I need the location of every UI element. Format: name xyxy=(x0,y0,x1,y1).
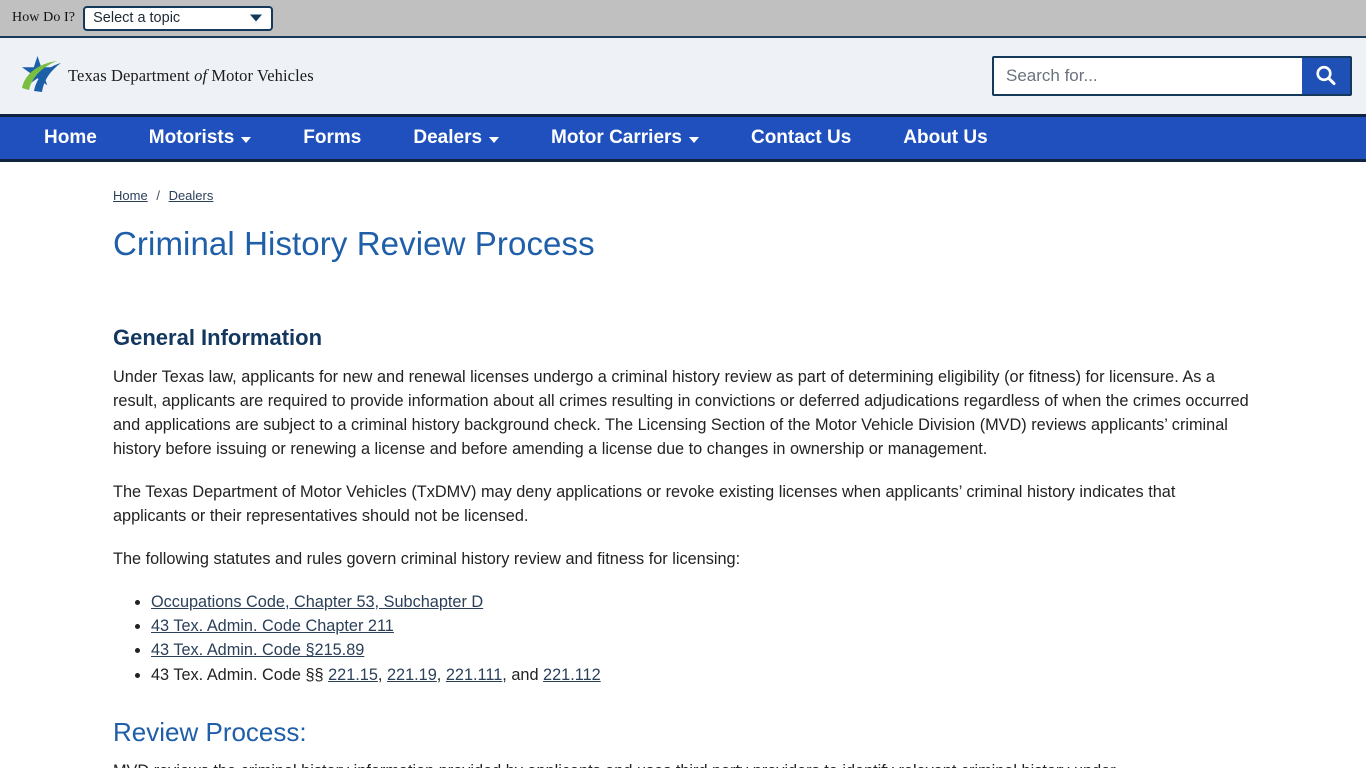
statute-link-215-89[interactable]: 43 Tex. Admin. Code §215.89 xyxy=(151,641,364,659)
brand-name: Texas Department of Motor Vehicles xyxy=(68,66,314,86)
main-navigation: Home Motorists Forms Dealers Motor Carri… xyxy=(0,114,1366,162)
nav-item-dealers[interactable]: Dealers xyxy=(387,127,525,149)
breadcrumb-link-home[interactable]: Home xyxy=(113,188,148,203)
paragraph-general-3: The following statutes and rules govern … xyxy=(113,550,741,568)
nav-label: Home xyxy=(44,127,97,148)
chevron-down-icon xyxy=(250,14,263,22)
nav-item-motor-carriers[interactable]: Motor Carriers xyxy=(525,127,725,149)
brand-name-part1: Texas Department xyxy=(68,66,195,85)
review-process-heading: Review Process: xyxy=(113,716,307,747)
nav-item-home[interactable]: Home xyxy=(18,127,123,149)
topic-select-value: Select a topic xyxy=(93,10,181,26)
brand-logo-link[interactable]: Texas Department of Motor Vehicles xyxy=(16,55,314,97)
nav-label: Forms xyxy=(303,127,362,148)
chevron-down-icon xyxy=(241,136,252,143)
breadcrumb-link-dealers[interactable]: Dealers xyxy=(169,188,214,203)
nav-label: About Us xyxy=(903,127,988,148)
statute-link-221-111[interactable]: 221.111 xyxy=(446,666,502,684)
how-do-i-label: How Do I? xyxy=(12,10,76,25)
search-button[interactable] xyxy=(1302,58,1350,94)
statute-link-list: Occupations Code, Chapter 53, Subchapter… xyxy=(113,590,1253,687)
nav-item-motorists[interactable]: Motorists xyxy=(123,127,278,149)
search-input[interactable] xyxy=(994,58,1302,94)
statute-prefix: 43 Tex. Admin. Code §§ xyxy=(151,665,329,684)
search-box xyxy=(992,56,1352,96)
page-title: Criminal History Review Process xyxy=(113,225,595,262)
txdmv-star-logo-icon xyxy=(22,56,61,92)
utility-bar: How Do I? Select a topic xyxy=(0,0,1366,38)
list-item: 43 Tex. Admin. Code §§ 221.15, 221.19, 2… xyxy=(151,663,1253,687)
breadcrumb-separator: / xyxy=(156,188,160,203)
nav-label: Dealers xyxy=(413,127,483,148)
list-item: 43 Tex. Admin. Code §215.89 xyxy=(151,638,1253,662)
statute-link-occupations-code[interactable]: Occupations Code, Chapter 53, Subchapter… xyxy=(151,593,483,611)
chevron-down-icon xyxy=(489,136,500,143)
list-item: Occupations Code, Chapter 53, Subchapter… xyxy=(151,590,1253,614)
nav-item-about-us[interactable]: About Us xyxy=(877,127,1013,149)
statute-and: , and xyxy=(502,665,544,684)
breadcrumb: Home / Dealers xyxy=(113,188,1253,203)
nav-label: Motor Carriers xyxy=(551,127,682,148)
paragraph-review-process: MVD reviews the criminal history informa… xyxy=(113,759,1253,768)
brand-name-part2: Motor Vehicles xyxy=(207,66,314,85)
statute-link-221-15[interactable]: 221.15 xyxy=(328,666,378,684)
list-item: 43 Tex. Admin. Code Chapter 211 xyxy=(151,614,1253,638)
statute-comma-1: , xyxy=(377,665,387,684)
general-information-heading: General Information xyxy=(113,325,323,350)
brand-name-of: of xyxy=(194,66,208,85)
site-header: Texas Department of Motor Vehicles xyxy=(0,38,1366,114)
topic-select[interactable]: Select a topic xyxy=(83,5,274,31)
search-icon xyxy=(1316,65,1336,86)
page-content: Home / Dealers Criminal History Review P… xyxy=(0,162,1366,768)
statute-link-221-112[interactable]: 221.112 xyxy=(543,666,601,684)
paragraph-general-2: The Texas Department of Motor Vehicles (… xyxy=(113,483,1176,525)
nav-label: Contact Us xyxy=(750,127,852,148)
statute-link-221-19[interactable]: 221.19 xyxy=(387,666,437,684)
chevron-down-icon xyxy=(688,136,699,143)
statute-comma-2: , xyxy=(436,665,446,684)
nav-label: Motorists xyxy=(148,127,235,148)
nav-item-forms[interactable]: Forms xyxy=(277,127,387,149)
paragraph-general-1: Under Texas law, applicants for new and … xyxy=(113,368,1249,458)
statute-link-chapter-211[interactable]: 43 Tex. Admin. Code Chapter 211 xyxy=(151,617,394,635)
nav-item-contact-us[interactable]: Contact Us xyxy=(725,127,877,149)
